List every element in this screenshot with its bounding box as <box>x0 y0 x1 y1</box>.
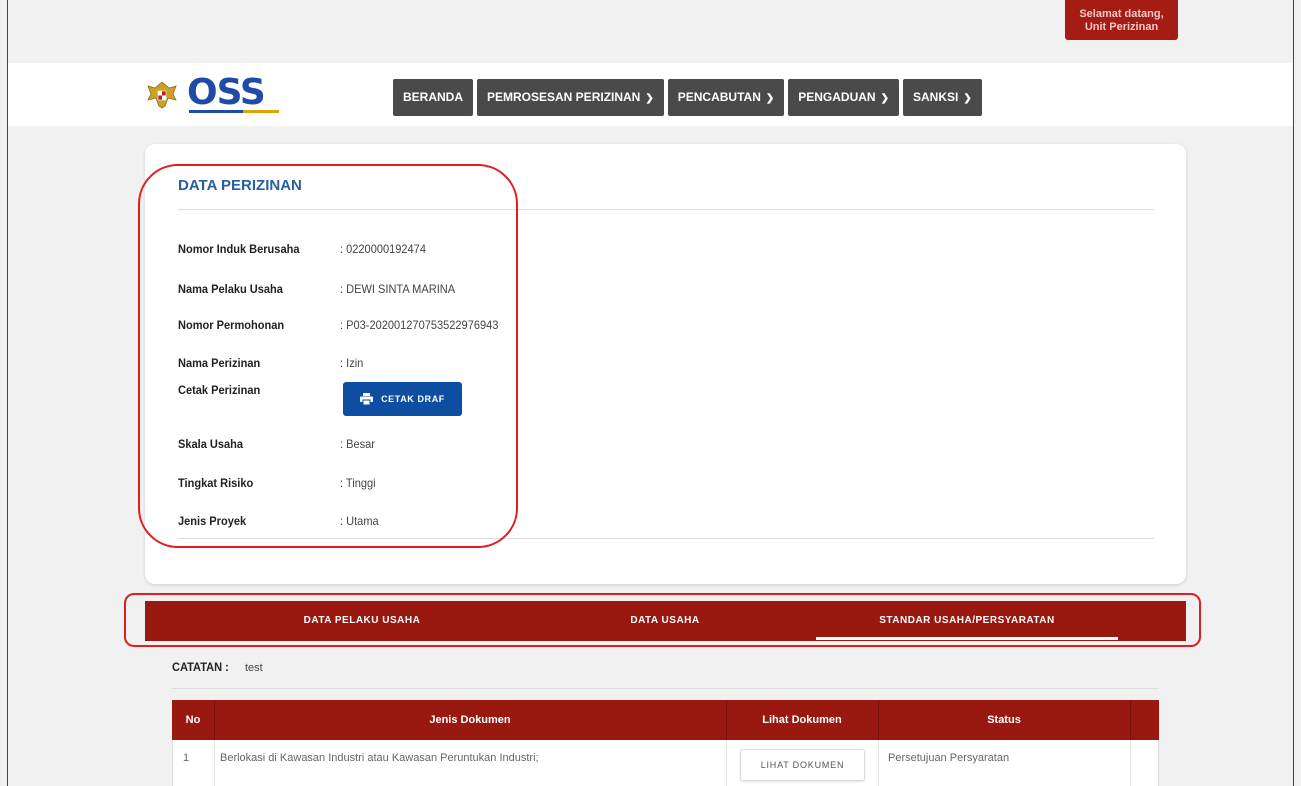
nav-pengaduan-label: PENGADUAN <box>798 90 876 104</box>
welcome-user: Unit Perizinan <box>1084 21 1159 33</box>
column-divider <box>1130 740 1131 786</box>
nav-pemrosesan-label: PEMROSESAN PERIZINAN <box>487 90 641 104</box>
divider <box>172 688 1159 689</box>
nav-pemrosesan-perizinan[interactable]: PEMROSESAN PERIZINAN ❯ <box>477 79 664 116</box>
nav-pencabutan[interactable]: PENCABUTAN ❯ <box>667 79 785 116</box>
th-lihat-dokumen: Lihat Dokumen <box>762 714 842 726</box>
nav-beranda[interactable]: BERANDA <box>393 79 473 116</box>
welcome-badge[interactable]: Selamat datang, Unit Perizinan <box>1065 0 1178 40</box>
chevron-down-icon: ❯ <box>963 93 972 104</box>
annotation-highlight-tabs <box>124 593 1201 647</box>
cell-jenis-dokumen: Berlokasi di Kawasan Industri atau Kawas… <box>220 752 539 764</box>
oss-logo[interactable]: OSS <box>145 72 285 122</box>
main-nav: BERANDA PEMROSESAN PERIZINAN ❯ PENCABUTAN… <box>393 79 982 116</box>
window-border-right <box>1293 0 1294 786</box>
th-status: Status <box>987 714 1021 726</box>
th-jenis-dokumen: Jenis Dokumen <box>429 714 511 726</box>
lihat-dokumen-button[interactable]: LIHAT DOKUMEN <box>740 749 865 781</box>
column-divider <box>214 740 215 786</box>
garuda-emblem-icon <box>147 81 177 109</box>
logo-text: OSS <box>187 72 266 113</box>
column-divider <box>726 740 727 786</box>
cell-no: 1 <box>183 752 190 764</box>
nav-pengaduan[interactable]: PENGADUAN ❯ <box>788 79 899 116</box>
column-divider <box>1130 700 1131 740</box>
chevron-down-icon: ❯ <box>645 93 654 104</box>
column-divider <box>878 740 879 786</box>
welcome-greeting: Selamat datang, <box>1079 8 1164 20</box>
nav-sanksi[interactable]: SANKSI ❯ <box>902 79 982 116</box>
annotation-highlight-data-perizinan <box>138 164 518 548</box>
logo-tagline <box>189 110 279 113</box>
th-no: No <box>185 714 201 726</box>
chevron-down-icon: ❯ <box>765 93 775 104</box>
cell-status: Persetujuan Persyaratan <box>888 752 1010 764</box>
nav-pencabutan-label: PENCABUTAN <box>677 90 761 104</box>
catatan-label: CATATAN : <box>172 660 229 674</box>
nav-sanksi-label: SANKSI <box>912 90 959 104</box>
chevron-down-icon: ❯ <box>880 93 889 104</box>
catatan-value: test <box>245 662 263 674</box>
nav-beranda-label: BERANDA <box>403 90 463 104</box>
